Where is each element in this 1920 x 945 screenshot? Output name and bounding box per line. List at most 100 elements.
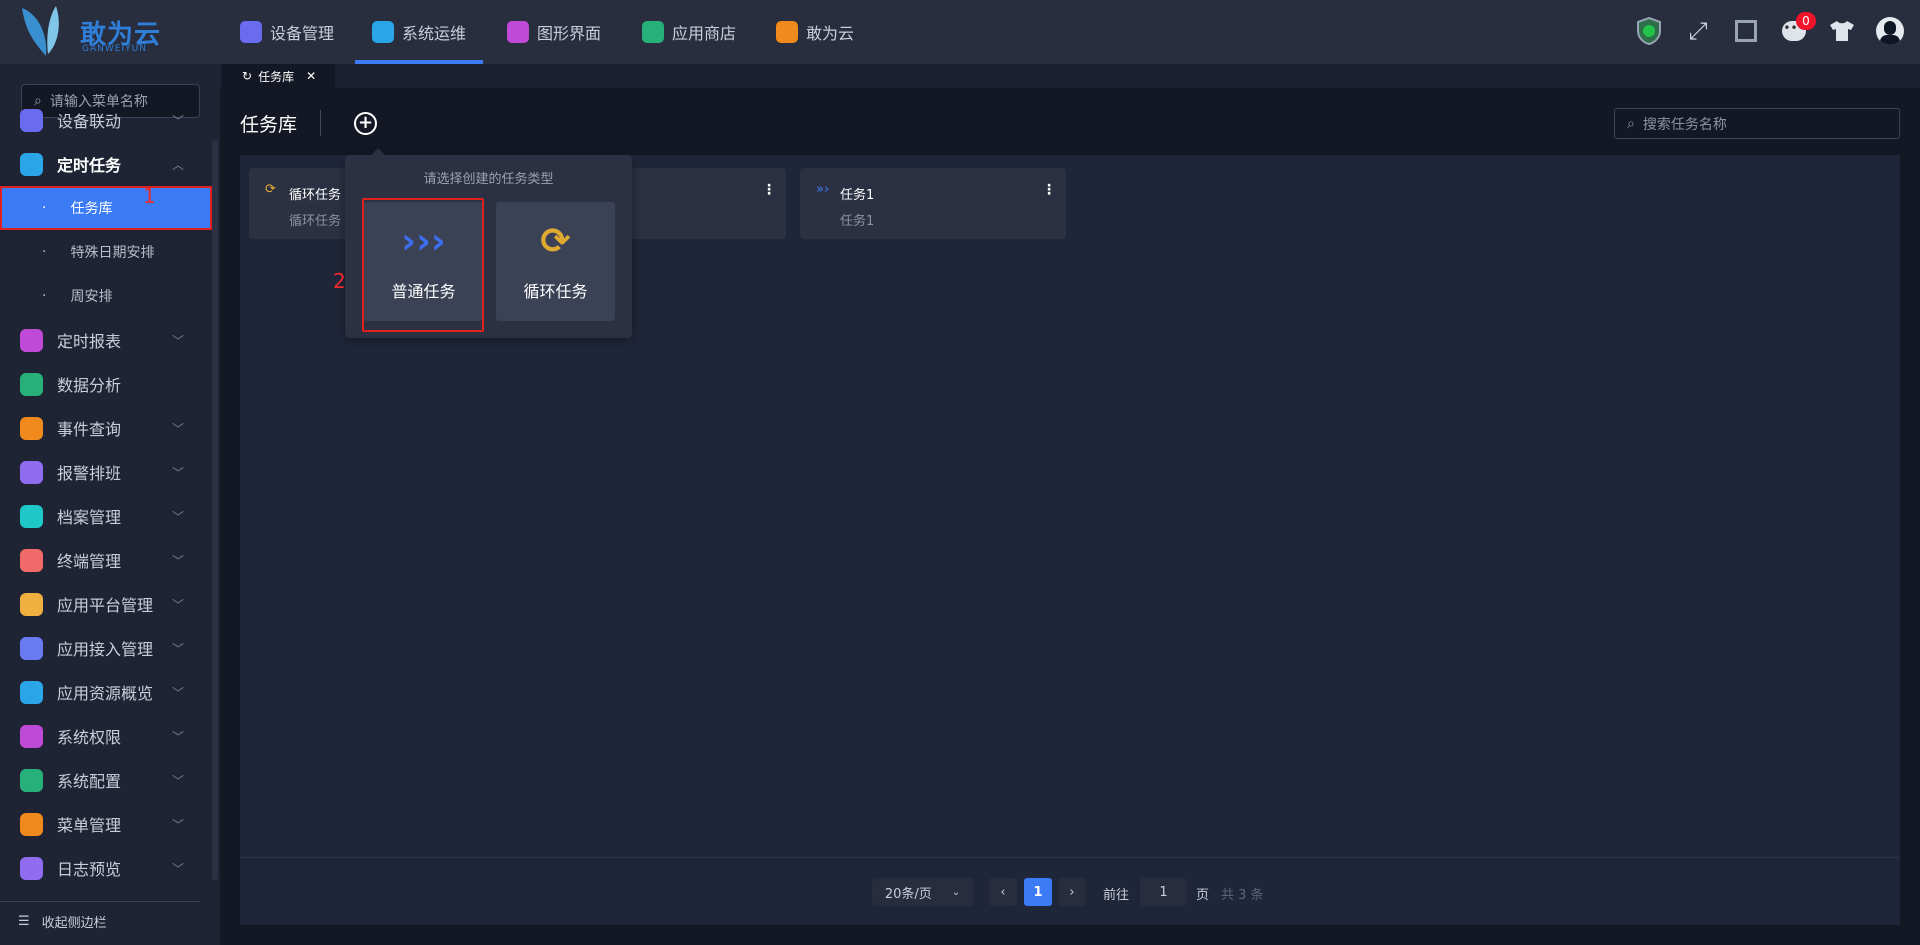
chevron-down-icon: ﹀ [171, 509, 184, 524]
sidebar-item[interactable]: 终端管理 ﹀ [0, 538, 212, 582]
add-task-button[interactable]: + [354, 112, 377, 135]
page-size-label: 20条/页 [884, 886, 932, 902]
screenshot-frame-icon[interactable] [1731, 16, 1761, 46]
option-label: 循环任务 [523, 281, 588, 301]
sidebar-item[interactable]: 设备联动 ﹀ [0, 98, 212, 142]
chevrons-icon: »› [816, 182, 830, 197]
sidebar-item-label: 定时报表 [57, 332, 122, 351]
divider [320, 110, 321, 136]
sidebar-subitem-label: 周安排 [70, 289, 113, 305]
menu-icon [20, 328, 43, 352]
sidebar-subitem[interactable]: · 周安排 [0, 274, 212, 318]
bullet-icon: · [42, 288, 47, 304]
nav-ganweiyun[interactable]: 敢为云 [776, 0, 854, 64]
sidebar-item[interactable]: 菜单管理 ﹀ [0, 802, 212, 846]
loop-icon: ⟳ [265, 182, 276, 197]
nav-system-ops[interactable]: 系统运维 [354, 0, 484, 64]
goto-page-input[interactable]: 1 [1140, 878, 1187, 906]
bullet-icon: · [42, 200, 47, 216]
tab-bar: ↻ 任务库 ✕ [220, 64, 1920, 88]
sidebar-scrollbar[interactable] [212, 140, 218, 880]
popover-title: 请选择创建的任务类型 [423, 172, 554, 187]
task-search-input[interactable]: ⌕ 搜索任务名称 [1614, 108, 1900, 139]
menu-icon [20, 592, 43, 616]
nav-label: 系统运维 [402, 24, 467, 43]
sidebar-item[interactable]: 应用平台管理 ﹀ [0, 582, 212, 626]
sidebar-item-label: 终端管理 [57, 552, 122, 571]
sidebar-item[interactable]: 系统权限 ﹀ [0, 714, 212, 758]
menu-icon [20, 504, 43, 528]
chevron-down-icon: ﹀ [171, 113, 184, 128]
device-icon [240, 21, 262, 43]
sidebar-item-label: 系统权限 [57, 728, 122, 747]
menu-icon [20, 724, 43, 748]
collapse-sidebar-button[interactable]: ☰ 收起侧边栏 [18, 912, 107, 931]
sidebar-subitem[interactable]: · 特殊日期安排 [0, 230, 212, 274]
logo-subtext: GANWEIYUN [82, 44, 147, 54]
page-size-select[interactable]: 20条/页 ⌄ [872, 878, 973, 906]
chevron-down-icon: ⌄ [951, 886, 961, 898]
sidebar: ⌕ 请输入菜单名称 设备联动 ﹀ 定时任务 ︿ · 任务库 · 特殊日期安排 · 周安排 定时报表 ﹀ 数… [0, 64, 220, 945]
theme-shirt-icon[interactable] [1827, 16, 1857, 46]
tab-task-library[interactable]: ↻ 任务库 ✕ [222, 64, 335, 88]
more-icon[interactable]: ⋮ [1042, 182, 1056, 198]
sidebar-item-label: 应用平台管理 [57, 596, 154, 615]
divider [240, 857, 1900, 858]
sidebar-item[interactable]: 报警排班 ﹀ [0, 450, 212, 494]
sidebar-item-label: 数据分析 [57, 376, 122, 395]
chevron-down-icon: ﹀ [171, 421, 184, 436]
refresh-icon[interactable]: ↻ [242, 69, 252, 83]
chevron-down-icon: ﹀ [171, 333, 184, 348]
search-icon: ⌕ [1627, 115, 1635, 132]
chevron-down-icon: ﹀ [171, 729, 184, 744]
page-suffix: 页 [1196, 888, 1210, 903]
card-desc: 任务1 [840, 214, 875, 229]
monitor-icon [507, 21, 529, 43]
nav-device-management[interactable]: 设备管理 [240, 0, 334, 64]
chevron-down-icon: ﹀ [171, 553, 184, 568]
page-1-button[interactable]: 1 [1024, 878, 1052, 906]
user-avatar[interactable] [1875, 16, 1905, 46]
task-card[interactable]: »› 任务1 任务1 ⋮ [800, 168, 1066, 239]
sidebar-item[interactable]: 档案管理 ﹀ [0, 494, 212, 538]
nav-label: 设备管理 [270, 24, 335, 43]
store-icon [642, 21, 664, 43]
sidebar-item[interactable]: 事件查询 ﹀ [0, 406, 212, 450]
shield-icon[interactable] [1634, 16, 1664, 46]
sidebar-item[interactable]: 数据分析 [0, 362, 212, 406]
prev-page-button[interactable]: ‹ [989, 878, 1017, 906]
close-icon[interactable]: ✕ [306, 69, 316, 83]
chevron-up-icon: ︿ [171, 157, 184, 172]
fullscreen-icon[interactable]: ⤢ [1683, 16, 1713, 46]
sidebar-item[interactable]: 定时任务 ︿ [0, 142, 212, 186]
next-page-button[interactable]: › [1058, 878, 1086, 906]
menu-icon [20, 108, 43, 132]
sidebar-item[interactable]: 应用接入管理 ﹀ [0, 626, 212, 670]
sidebar-subitem[interactable]: · 任务库 [0, 186, 212, 230]
nav-app-store[interactable]: 应用商店 [642, 0, 736, 64]
menu-icon [20, 768, 43, 792]
nav-graphic-ui[interactable]: 图形界面 [507, 0, 601, 64]
annotation-step-1: 1 [143, 184, 156, 208]
collapse-label: 收起侧边栏 [41, 916, 107, 931]
sidebar-item-label: 报警排班 [57, 464, 122, 483]
more-icon[interactable]: ⋮ [762, 182, 776, 198]
sidebar-item[interactable]: 定时报表 ﹀ [0, 318, 212, 362]
menu-icon [20, 460, 43, 484]
sidebar-subitem-label: 特殊日期安排 [70, 245, 155, 261]
menu-icon [20, 812, 43, 836]
card-title: 任务1 [840, 188, 875, 203]
chevron-down-icon: ﹀ [171, 597, 184, 612]
sidebar-item[interactable]: 应用资源概览 ﹀ [0, 670, 212, 714]
loop-task-option[interactable]: ⟳ 循环任务 [496, 202, 615, 321]
sidebar-item[interactable]: 系统配置 ﹀ [0, 758, 212, 802]
tab-label: 任务库 [258, 69, 295, 84]
sidebar-item-label: 应用接入管理 [57, 640, 154, 659]
sidebar-item-label: 设备联动 [57, 112, 122, 131]
nav-label: 敢为云 [806, 24, 855, 43]
butterfly-logo-icon [22, 6, 59, 56]
sidebar-item[interactable]: 日志预览 ﹀ [0, 846, 212, 890]
chevron-down-icon: ﹀ [171, 641, 184, 656]
chevron-down-icon: ﹀ [171, 773, 184, 788]
total-count: 共 3 条 [1221, 888, 1264, 903]
